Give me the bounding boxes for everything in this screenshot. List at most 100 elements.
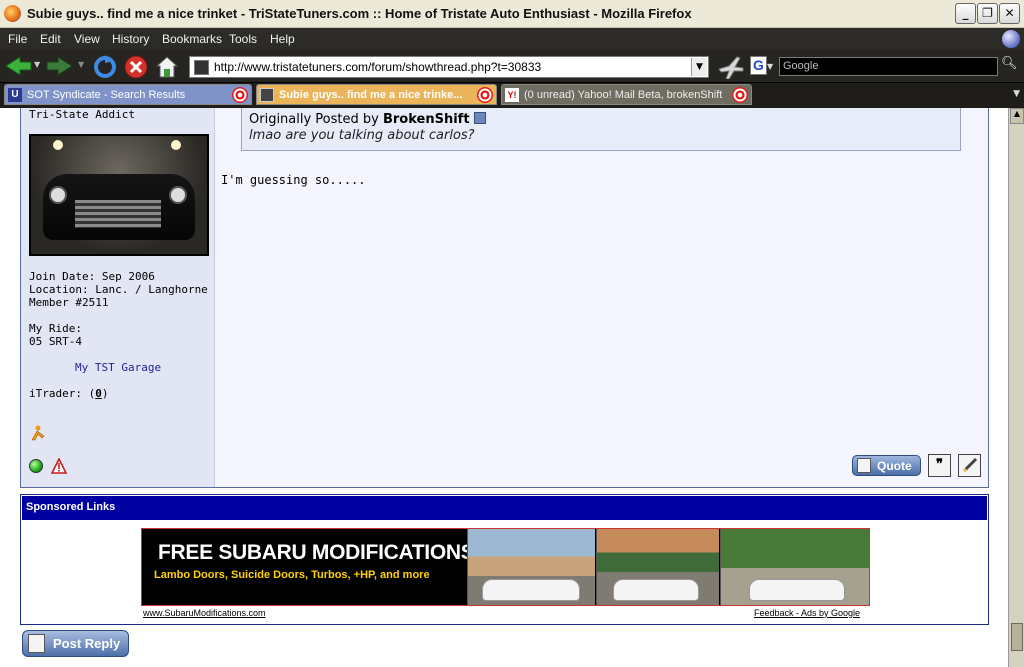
go-airplane-icon[interactable] xyxy=(717,55,745,79)
ad-headline: FREE SUBARU MODIFICATIONS xyxy=(158,541,475,564)
sponsored-links-box: Sponsored Links FREE SUBARU MODIFICATION… xyxy=(20,494,989,625)
home-icon[interactable] xyxy=(155,55,179,79)
menu-edit[interactable]: Edit xyxy=(40,32,61,46)
tab-close-icon[interactable] xyxy=(732,87,748,103)
window-titlebar: Subie guys.. find me a nice trinket - Tr… xyxy=(0,0,1024,28)
ad-feedback-link[interactable]: Feedback - Ads by Google xyxy=(754,608,860,618)
garage-light xyxy=(53,140,63,150)
quote-prefix: Originally Posted by xyxy=(249,112,379,127)
close-window-button[interactable]: ✕ xyxy=(999,3,1020,24)
itrader-label: iTrader: ( xyxy=(29,387,96,400)
user-online-status-icon xyxy=(29,459,43,473)
firefox-icon xyxy=(4,5,21,22)
url-bar[interactable]: http://www.tristatetuners.com/forum/show… xyxy=(189,56,709,78)
search-engine-icon[interactable]: G xyxy=(750,56,767,75)
tab-bar: U SOT Syndicate - Search Results Subie g… xyxy=(0,83,1024,108)
search-input[interactable]: Google xyxy=(779,57,998,76)
menu-view[interactable]: View xyxy=(74,32,100,46)
post-reply-paper-icon xyxy=(28,634,45,653)
url-text[interactable]: http://www.tristatetuners.com/forum/show… xyxy=(214,60,541,74)
menu-file[interactable]: File xyxy=(8,32,27,46)
tab-label: Subie guys.. find me a nice trinke... xyxy=(279,89,463,101)
multiquote-button[interactable]: ❞ xyxy=(928,454,951,477)
throbber-icon xyxy=(1002,30,1020,48)
back-arrow-icon[interactable] xyxy=(4,55,32,77)
user-location: Location: Lanc. / Langhorne xyxy=(29,283,208,296)
user-member-number: Member #2511 xyxy=(29,296,109,309)
ad-url-link[interactable]: www.SubaruModifications.com xyxy=(143,608,266,618)
user-title: Tri-State Addict xyxy=(29,108,135,121)
ad-photo-car xyxy=(613,579,699,601)
tab-label: SOT Syndicate - Search Results xyxy=(27,89,186,101)
ad-photo xyxy=(596,529,719,605)
site-favicon-icon xyxy=(194,60,209,75)
stop-icon[interactable] xyxy=(124,55,148,79)
quote-text: lmao are you talking about carlos? xyxy=(249,128,475,143)
garage-light xyxy=(171,140,181,150)
tab-list-dropdown-icon[interactable]: ▼ xyxy=(1013,89,1020,99)
aim-icon[interactable] xyxy=(29,425,45,441)
tab-sot-syndicate[interactable]: U SOT Syndicate - Search Results xyxy=(4,84,252,105)
ad-photo xyxy=(467,529,595,605)
subaru-ad-banner[interactable]: FREE SUBARU MODIFICATIONS Lambo Doors, S… xyxy=(141,528,870,606)
scrollbar-thumb[interactable] xyxy=(1011,623,1023,651)
quote-button[interactable]: Quote xyxy=(852,455,921,476)
search-engine-dropdown-icon[interactable]: ▼ xyxy=(767,62,773,71)
user-ride-label: My Ride: xyxy=(29,322,82,335)
menu-history[interactable]: History xyxy=(112,32,149,46)
pencil-icon xyxy=(962,457,977,473)
avatar-car-headlight xyxy=(169,186,187,204)
itrader-link[interactable]: 0 xyxy=(95,387,102,400)
menu-tools[interactable]: Tools xyxy=(229,32,257,46)
minimize-button[interactable]: _ xyxy=(955,3,976,24)
user-join-date: Join Date: Sep 2006 xyxy=(29,270,155,283)
view-post-arrow-icon[interactable] xyxy=(473,112,486,124)
menu-bar: File Edit View History Bookmarks Tools H… xyxy=(0,28,1024,50)
report-post-icon[interactable] xyxy=(51,458,67,474)
user-info-panel: Tri-State Addict Join Date: Sep 2006 Loc… xyxy=(21,108,215,487)
forward-history-dropdown-icon[interactable]: ▼ xyxy=(78,60,84,69)
scroll-up-arrow-icon[interactable]: ▲ xyxy=(1010,108,1024,124)
back-history-dropdown-icon[interactable]: ▼ xyxy=(34,60,40,69)
search-placeholder: Google xyxy=(783,60,819,72)
search-go-icon[interactable]: 🔍︎ xyxy=(1001,56,1018,71)
url-history-dropdown-icon[interactable]: ▼ xyxy=(691,58,707,76)
tab-yahoo-mail[interactable]: Y! (0 unread) Yahoo! Mail Beta, brokenSh… xyxy=(501,84,752,105)
menu-bookmarks[interactable]: Bookmarks xyxy=(162,32,222,46)
page-scrollbar[interactable]: ▲ xyxy=(1008,108,1024,667)
tab-subie-guys[interactable]: Subie guys.. find me a nice trinke... xyxy=(256,84,497,105)
reload-icon[interactable] xyxy=(93,55,117,79)
tab-close-icon[interactable] xyxy=(477,87,493,103)
itrader-rating: iTrader: (0) xyxy=(29,387,108,400)
page-content: Tri-State Addict Join Date: Sep 2006 Loc… xyxy=(0,108,1008,667)
itrader-close: ) xyxy=(101,387,109,400)
sponsored-header-text: Sponsored Links xyxy=(26,501,116,513)
post-reply-label: Post Reply xyxy=(53,636,121,651)
quick-reply-button[interactable] xyxy=(958,454,981,477)
quote-button-label: Quote xyxy=(877,459,912,473)
avatar-car-headlight xyxy=(49,186,67,204)
tab-favicon-icon: Y! xyxy=(505,88,519,102)
my-garage-link[interactable]: My TST Garage xyxy=(75,361,161,374)
quote-author: BrokenShift xyxy=(382,112,470,127)
maximize-button[interactable]: ❐ xyxy=(977,3,998,24)
tab-favicon-icon: U xyxy=(8,88,22,102)
sponsored-header: Sponsored Links xyxy=(22,496,987,520)
post-reply-button[interactable]: Post Reply xyxy=(22,630,129,657)
quote-paper-icon xyxy=(857,458,871,473)
user-ride: 05 SRT-4 xyxy=(29,335,82,348)
ad-photo-car xyxy=(482,579,580,601)
window-title: Subie guys.. find me a nice trinket - Tr… xyxy=(27,6,692,21)
forward-arrow-icon[interactable] xyxy=(46,55,74,77)
quote-block: Originally Posted by BrokenShift lmao ar… xyxy=(241,108,961,151)
ad-subline: Lambo Doors, Suicide Doors, Turbos, +HP,… xyxy=(154,569,430,581)
forum-post: Tri-State Addict Join Date: Sep 2006 Loc… xyxy=(20,108,989,488)
tab-close-icon[interactable] xyxy=(232,87,248,103)
ad-photo-car xyxy=(749,579,845,601)
avatar-car-grille xyxy=(75,200,161,228)
ad-photo xyxy=(720,529,869,605)
tab-label: (0 unread) Yahoo! Mail Beta, brokenShift xyxy=(524,89,723,101)
post-message: I'm guessing so..... xyxy=(221,173,366,187)
tab-favicon-icon xyxy=(260,88,274,102)
menu-help[interactable]: Help xyxy=(270,32,295,46)
